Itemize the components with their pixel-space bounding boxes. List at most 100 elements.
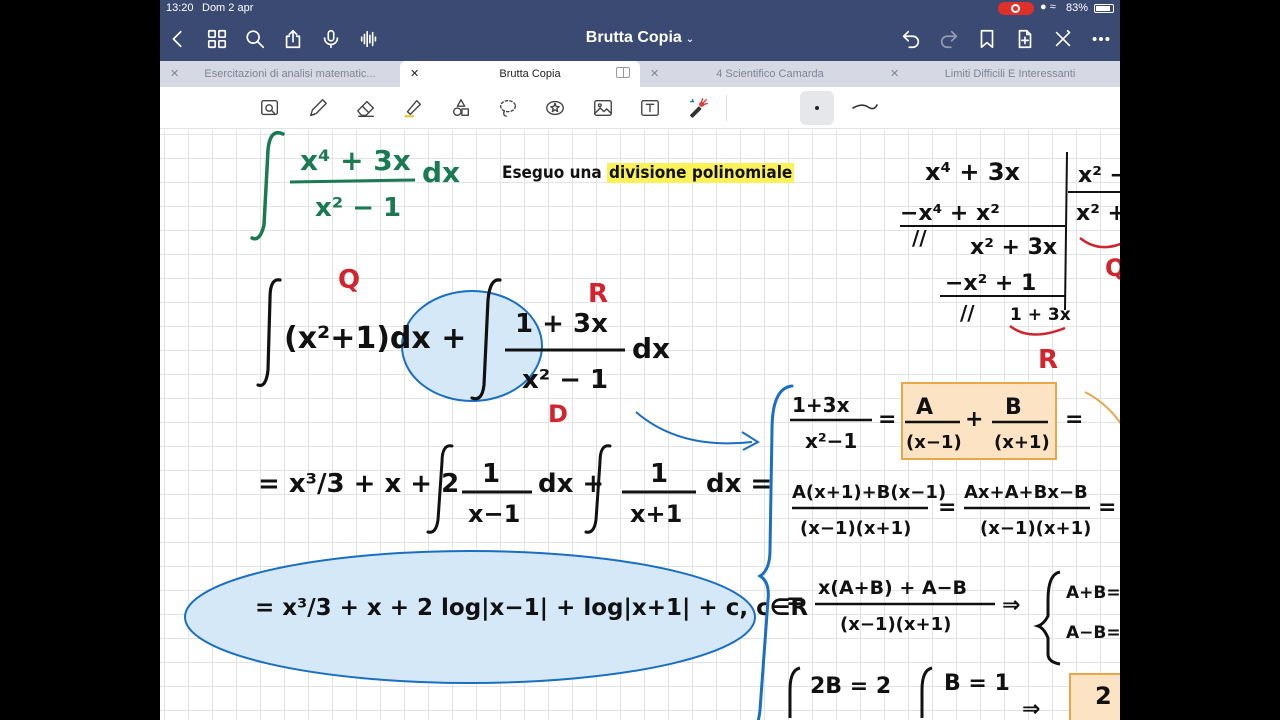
arrow-head-icon: [741, 431, 760, 451]
q-label: Q: [338, 265, 360, 295]
highlighter-icon[interactable]: [400, 95, 426, 121]
status-bar: 13:20 Dom 2 apr ● ≈ 83%: [160, 0, 1120, 17]
note-canvas[interactable]: x⁴ + 3x x² − 1 dx Q (x²+1)dx + R 1 + 3x …: [160, 130, 1120, 720]
division-slash: //: [960, 301, 975, 325]
integral-sign: [256, 278, 282, 388]
eraser-icon[interactable]: [353, 95, 379, 121]
q-expression: (x²+1)dx +: [284, 321, 466, 356]
navigation-bar: Brutta Copia ⌄: [160, 17, 1120, 61]
tab-esercitazioni[interactable]: ✕ Esercitazioni di analisi matematic...: [160, 61, 400, 87]
equals-sign: =: [878, 407, 896, 432]
wifi-icon: ● ≈: [1040, 1, 1056, 13]
division-row-4: −x² + 1: [945, 271, 1036, 296]
fraction-bar: [289, 178, 416, 184]
dx-label: dx: [632, 332, 670, 365]
tab-close-icon[interactable]: ✕: [650, 67, 659, 80]
undo-icon[interactable]: [897, 25, 925, 53]
equals-sign: =: [1098, 495, 1116, 520]
integral-sign: [250, 131, 285, 241]
note-text-plain: Eseguo una: [502, 163, 608, 183]
orange-connector: [1084, 391, 1120, 425]
final-result: = x³/3 + x + 2 log|x−1| + log|x+1| + c, …: [255, 595, 808, 621]
pf3-denominator: (x−1)(x+1): [840, 614, 951, 635]
battery-icon: [1094, 4, 1114, 13]
system-brace: [788, 666, 801, 718]
remainder-underline: [1009, 324, 1066, 336]
split-view-icon[interactable]: [616, 67, 630, 78]
implies-arrow: ⇒: [1002, 593, 1020, 618]
tab-scientifico-camarda[interactable]: ✕ 4 Scientifico Camarda: [640, 61, 880, 87]
r-denominator: x² − 1: [522, 365, 608, 395]
r-numerator: 1 + 3x: [515, 309, 608, 339]
tab-label: Brutta Copia: [499, 68, 561, 80]
pen-icon[interactable]: [305, 95, 331, 121]
add-page-icon[interactable]: [1011, 25, 1039, 53]
toolbar-divider: [726, 95, 727, 121]
tab-label: Esercitazioni di analisi matematic...: [204, 68, 376, 80]
division-divisor: x² −: [1078, 163, 1120, 188]
pf4-eq-a: 2B = 2: [810, 674, 891, 699]
fraction-denominator: x−1: [468, 500, 520, 528]
status-date: Dom 2 apr: [202, 2, 254, 14]
pf2b-denominator: (x−1)(x+1): [980, 518, 1091, 539]
r-label: R: [1038, 345, 1058, 375]
shapes-icon[interactable]: [448, 95, 474, 121]
screen-recording-icon: [998, 2, 1034, 15]
division-row-1: x⁴ + 3x: [925, 158, 1021, 186]
lasso-icon[interactable]: [495, 95, 521, 121]
equals-sign: =: [786, 589, 804, 614]
status-time: 13:20: [166, 2, 194, 14]
pf-lhs-denominator: x²−1: [805, 429, 857, 453]
blue-arrow: [635, 411, 753, 445]
stroke-style-icon[interactable]: [850, 99, 880, 113]
battery-percent: 83%: [1066, 2, 1089, 14]
system-brace: [920, 666, 933, 718]
integral-numerator: x⁴ + 3x: [300, 144, 411, 177]
document-title-label: Brutta Copia: [585, 29, 682, 46]
integral-denominator: x² − 1: [315, 193, 401, 223]
tab-label: Limiti Difficili E Interessanti: [944, 68, 1076, 80]
notes-app-window: 13:20 Dom 2 apr ● ≈ 83% Brutta Copia ⌄ ✕…: [160, 0, 1120, 720]
tab-close-icon[interactable]: ✕: [890, 67, 899, 80]
pf4-result: 2: [1095, 682, 1112, 710]
tab-close-icon[interactable]: ✕: [410, 67, 419, 80]
division-row-5: 1 + 3x: [1010, 305, 1071, 325]
r-label: R: [588, 279, 608, 309]
line2-start: = x³/3 + x + 2: [258, 469, 459, 499]
text-icon[interactable]: [637, 95, 663, 121]
redo-icon[interactable]: [935, 25, 963, 53]
division-bracket: [1064, 151, 1068, 311]
system-brace: [756, 384, 794, 720]
pf2b-numerator: Ax+A+Bx−B: [964, 482, 1088, 503]
bookmark-icon[interactable]: [973, 25, 1001, 53]
zoom-window-icon[interactable]: [257, 95, 283, 121]
quotient-underline: [1079, 237, 1120, 249]
close-icon[interactable]: [1049, 25, 1077, 53]
fraction-numerator: 1: [482, 459, 500, 489]
plus-sign: +: [965, 407, 983, 432]
division-row-2: −x⁴ + x²: [900, 201, 1000, 226]
note-typed-text: Eseguo una divisione polinomiale: [502, 163, 795, 183]
stroke-width-selector[interactable]: [800, 91, 834, 125]
system-eq-1: A+B=: [1066, 583, 1120, 603]
q-label: Q: [1105, 254, 1120, 282]
system-eq-2: A−B=: [1066, 623, 1120, 643]
tab-close-icon[interactable]: ✕: [170, 67, 179, 80]
equals-sign: =: [938, 495, 956, 520]
pf4-eq-b: B = 1: [944, 671, 1010, 696]
laser-pointer-icon[interactable]: [685, 95, 711, 121]
division-quotient: x² +: [1076, 201, 1120, 226]
tab-limiti-difficili[interactable]: ✕ Limiti Difficili E Interessanti: [880, 61, 1120, 87]
pf2-denominator: (x−1)(x+1): [800, 518, 911, 539]
pf3-numerator: x(A+B) + A−B: [818, 577, 967, 599]
image-icon[interactable]: [590, 95, 616, 121]
sticker-icon[interactable]: [542, 95, 568, 121]
chevron-down-icon: ⌄: [685, 34, 695, 45]
dx-plus: dx +: [538, 469, 604, 499]
tab-brutta-copia[interactable]: ✕ Brutta Copia: [400, 61, 640, 87]
more-icon[interactable]: [1087, 25, 1115, 53]
tab-label: 4 Scientifico Camarda: [716, 68, 824, 80]
fraction-numerator: 1: [650, 459, 668, 489]
pf-b-denominator: (x+1): [994, 432, 1050, 453]
fraction-denominator: x+1: [630, 500, 682, 528]
